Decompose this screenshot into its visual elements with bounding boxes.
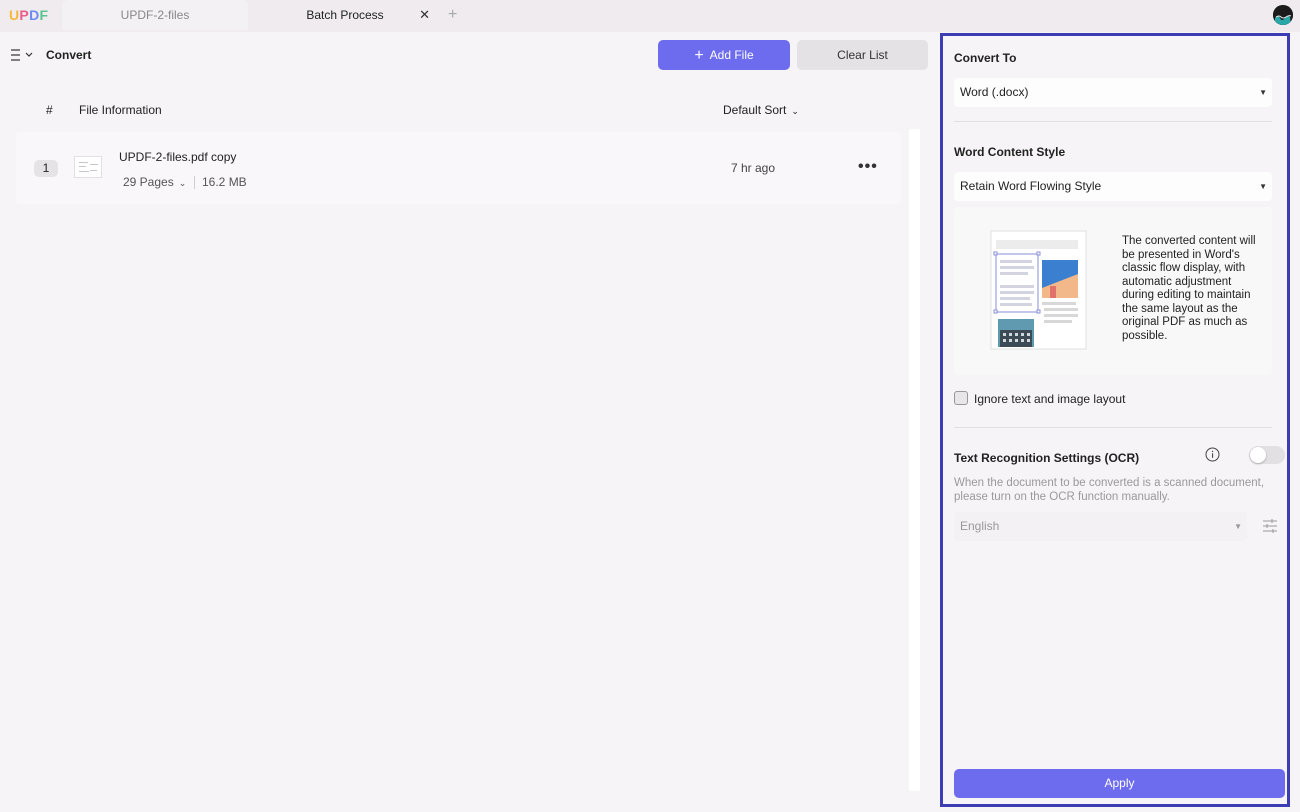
dropdown-arrow-icon: ▼ [1259,182,1267,191]
tab-label: Batch Process [306,8,384,22]
file-list-area: Convert + Add File Clear List # File Info… [0,32,936,812]
toggle-knob [1250,447,1266,463]
file-name: UPDF-2-files.pdf copy [119,150,237,164]
page-title: Convert [46,48,92,62]
column-header-file-information: File Information [79,103,162,117]
ocr-language-select[interactable]: English ▼ [954,512,1247,541]
add-file-button[interactable]: + Add File [658,40,790,70]
convert-settings-panel: Convert To Word (.docx) ▼ Word Content S… [940,33,1290,807]
title-bar: UPDF UPDF-2-files Batch Process ✕ + [0,0,1300,32]
updf-logo: UPDF [9,7,49,23]
ocr-settings-label: Text Recognition Settings (OCR) [954,451,1140,465]
word-content-style-value: Retain Word Flowing Style [960,179,1102,193]
column-header-index: # [46,103,53,117]
ignore-layout-checkbox[interactable] [954,391,968,405]
sort-dropdown[interactable]: Default Sort ⌄ [723,103,799,117]
file-thumbnail [74,156,102,178]
row-index: 1 [34,160,58,177]
table-row[interactable]: 1 UPDF-2-files.pdf copy 29 Pages ⌄ 16.2 M… [16,132,901,204]
divider [194,176,195,189]
tab-batch-process[interactable]: Batch Process ✕ [250,0,440,30]
new-tab-button[interactable]: + [448,6,457,24]
sliders-icon[interactable] [1261,517,1279,535]
close-tab-icon[interactable]: ✕ [419,0,430,30]
clear-list-button[interactable]: Clear List [797,40,928,70]
dropdown-arrow-icon: ▼ [1259,88,1267,97]
file-size: 16.2 MB [202,175,247,189]
avatar[interactable] [1273,5,1293,25]
chevron-down-icon: ⌄ [791,106,799,116]
apply-button[interactable]: Apply [954,769,1285,798]
chevron-down-icon: ⌄ [178,178,187,188]
plus-icon: + [694,47,704,64]
convert-to-label: Convert To [954,51,1017,65]
convert-to-select[interactable]: Word (.docx) ▼ [954,78,1272,107]
scrollbar[interactable] [909,129,920,791]
sort-label: Default Sort [723,103,787,117]
ocr-language-value: English [960,519,1000,533]
ocr-hint-text: When the document to be converted is a s… [954,477,1265,503]
tab-updf-2-files[interactable]: UPDF-2-files [62,0,248,30]
dropdown-arrow-icon: ▼ [1234,522,1242,531]
info-icon[interactable] [1205,447,1220,462]
more-options-icon[interactable]: ••• [858,158,878,176]
convert-to-value: Word (.docx) [960,85,1029,99]
file-time: 7 hr ago [731,161,776,175]
word-content-style-label: Word Content Style [954,145,1066,159]
divider [954,121,1272,122]
word-content-style-select[interactable]: Retain Word Flowing Style ▼ [954,172,1272,201]
style-description: The converted content will be presented … [1122,235,1256,342]
add-file-label: Add File [709,48,754,62]
ocr-toggle[interactable] [1249,446,1285,464]
page-range-dropdown[interactable]: 29 Pages ⌄ [123,175,186,189]
ignore-layout-label[interactable]: Ignore text and image layout [974,392,1125,406]
style-preview-card: The converted content will be presented … [954,207,1272,375]
file-pages: 29 Pages [123,175,174,189]
menu-icon[interactable] [10,47,36,63]
divider [954,427,1272,428]
tab-label: UPDF-2-files [120,8,190,22]
word-layout-illustration [990,230,1087,350]
